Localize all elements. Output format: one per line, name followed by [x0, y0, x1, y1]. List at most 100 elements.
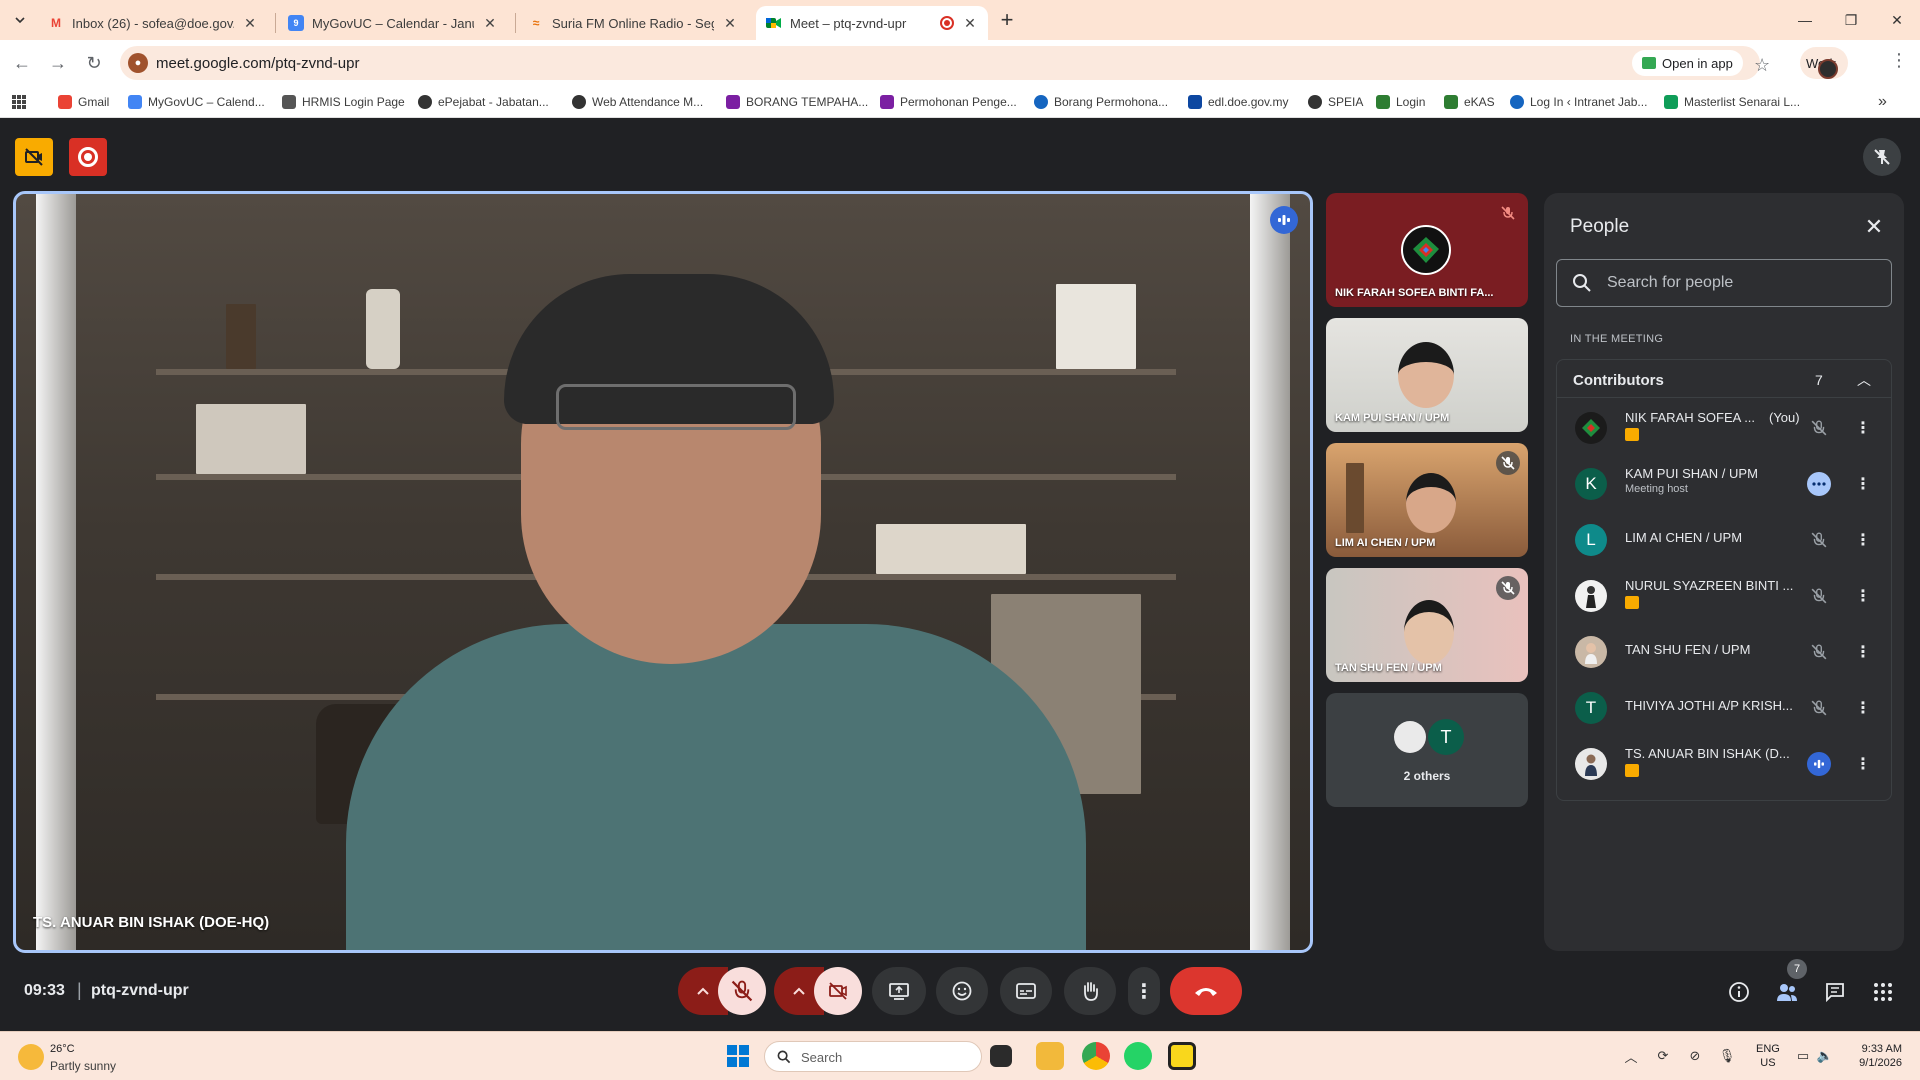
more-options-icon[interactable]: ⋮ — [1853, 640, 1873, 664]
hang-up-icon — [1195, 988, 1217, 996]
more-options-button[interactable]: ⋮ — [1128, 967, 1160, 1015]
weather-icon[interactable] — [18, 1044, 44, 1070]
bookmark-epejabat[interactable]: ePejabat - Jabatan... — [418, 93, 549, 111]
restore-button[interactable]: ❐ — [1828, 0, 1874, 40]
more-options-icon[interactable]: ⋮ — [1853, 696, 1873, 720]
system-clock[interactable]: 9:33 AM 9/1/2026 — [1838, 1042, 1902, 1070]
more-options-icon[interactable]: ⋮ — [1853, 752, 1873, 776]
window-close-button[interactable]: ✕ — [1874, 0, 1920, 40]
bookmark-masterlist[interactable]: Masterlist Senarai L... — [1664, 93, 1800, 111]
tab-calendar[interactable]: 9 MyGovUC – Calendar - January ✕ — [278, 6, 508, 40]
raise-hand-button[interactable] — [1064, 967, 1116, 1015]
weather-temperature[interactable]: 26°C — [50, 1043, 75, 1055]
participant-row[interactable]: L LIM AI CHEN / UPM ⋮ — [1557, 512, 1891, 568]
participant-tile[interactable]: TAN SHU FEN / UPM — [1326, 568, 1528, 682]
close-icon[interactable]: ✕ — [482, 15, 498, 32]
apps-grid-icon[interactable] — [12, 93, 26, 111]
sync-icon[interactable]: ⟳ — [1654, 1047, 1672, 1065]
bookmark-intranet[interactable]: Log In ‹ Intranet Jab... — [1510, 93, 1647, 111]
taskbar-search[interactable]: Search — [764, 1041, 982, 1072]
recording-button[interactable] — [69, 138, 107, 176]
bookmark-web-attendance[interactable]: Web Attendance M... — [572, 93, 703, 111]
main-video-tile[interactable]: TS. ANUAR BIN ISHAK (DOE-HQ) — [13, 191, 1313, 953]
search-people-input[interactable] — [1556, 259, 1892, 307]
reactions-button[interactable] — [936, 967, 988, 1015]
close-icon[interactable]: ✕ — [722, 15, 738, 32]
chat-button[interactable] — [1820, 977, 1850, 1007]
present-screen-button[interactable] — [872, 967, 926, 1015]
more-options-icon[interactable]: ⋮ — [1853, 472, 1873, 496]
bookmark-permohonan[interactable]: Permohonan Penge... — [880, 93, 1017, 111]
volume-icon[interactable]: 🔈 — [1816, 1047, 1834, 1065]
chevron-up-icon[interactable]: ︿ — [1857, 370, 1871, 390]
people-button[interactable] — [1772, 977, 1802, 1007]
url-text[interactable]: meet.google.com/ptq-zvnd-upr — [156, 55, 359, 72]
sticky-notes-icon[interactable] — [1168, 1042, 1196, 1070]
participant-row[interactable]: TAN SHU FEN / UPM ⋮ — [1557, 624, 1891, 680]
more-options-icon[interactable]: ⋮ — [1853, 584, 1873, 608]
address-bar[interactable]: ● meet.google.com/ptq-zvnd-upr Open in a… — [120, 46, 1770, 80]
tab-search-chevron-icon[interactable] — [6, 6, 34, 34]
bookmark-hrmis[interactable]: HRMIS Login Page — [282, 93, 405, 111]
back-button[interactable]: ← — [8, 49, 36, 77]
bookmark-login[interactable]: Login — [1376, 93, 1425, 111]
more-options-icon[interactable]: ⋮ — [1853, 528, 1873, 552]
participant-row[interactable]: NIK FARAH SOFEA ... (You) ⋮ — [1557, 400, 1891, 456]
bookmark-speia[interactable]: SPEIA — [1308, 93, 1363, 111]
reload-button[interactable]: ↻ — [80, 49, 108, 77]
globe-icon — [418, 95, 432, 109]
tab-divider — [515, 13, 516, 33]
captions-off-button[interactable] — [15, 138, 53, 176]
leave-call-button[interactable] — [1170, 967, 1242, 1015]
participant-tile[interactable]: KAM PUI SHAN / UPM — [1326, 318, 1528, 432]
new-tab-button[interactable]: + — [993, 6, 1021, 34]
tab-gmail[interactable]: M Inbox (26) - sofea@doe.gov.my ✕ — [38, 6, 268, 40]
chat-icon — [1826, 983, 1844, 1003]
captions-button[interactable] — [1000, 967, 1052, 1015]
profile-button[interactable]: Work — [1800, 47, 1849, 79]
participant-tile[interactable]: NIK FARAH SOFEA BINTI FA... — [1326, 193, 1528, 307]
participant-row[interactable]: TS. ANUAR BIN ISHAK (D... ⋮ — [1557, 736, 1891, 792]
forward-button[interactable]: → — [44, 49, 72, 77]
minimize-button[interactable]: — — [1782, 0, 1828, 40]
chrome-icon[interactable] — [1082, 1042, 1110, 1070]
file-explorer-icon[interactable] — [1036, 1042, 1064, 1070]
bookmark-edl[interactable]: edl.doe.gov.my — [1188, 93, 1289, 111]
contributors-header[interactable]: Contributors 7 ︿ — [1557, 360, 1891, 398]
unpin-button[interactable] — [1863, 138, 1901, 176]
participant-tile[interactable]: LIM AI CHEN / UPM — [1326, 443, 1528, 557]
bookmark-borang-permohonan[interactable]: Borang Permohona... — [1034, 93, 1168, 111]
bookmark-mygovuc[interactable]: MyGovUC – Calend... — [128, 93, 265, 111]
windows-start-icon[interactable] — [727, 1045, 749, 1067]
network-icon[interactable]: ▭ — [1794, 1047, 1812, 1065]
whatsapp-icon[interactable] — [1124, 1042, 1152, 1070]
camera-toggle-button[interactable] — [814, 967, 862, 1015]
task-view-icon[interactable] — [990, 1045, 1012, 1067]
bookmark-ekas[interactable]: eKAS — [1444, 93, 1495, 111]
participant-row[interactable]: T THIVIYA JOTHI A/P KRISH... ⋮ — [1557, 680, 1891, 736]
browser-menu-icon[interactable]: ⋮ — [1890, 50, 1908, 71]
tab-radio[interactable]: ≈ Suria FM Online Radio - Segala ✕ — [518, 6, 748, 40]
camera-off-icon[interactable]: ⊘ — [1686, 1047, 1704, 1065]
close-icon[interactable]: ✕ — [962, 15, 978, 32]
close-icon[interactable]: ✕ — [242, 15, 258, 32]
meeting-details-button[interactable] — [1724, 977, 1754, 1007]
bookmark-gmail[interactable]: Gmail — [58, 93, 109, 111]
participant-row[interactable]: K KAM PUI SHAN / UPM Meeting host ⋮ — [1557, 456, 1891, 512]
bookmarks-overflow-icon[interactable]: » — [1878, 93, 1887, 111]
tab-meet[interactable]: Meet – ptq-zvnd-upr ✕ — [756, 6, 988, 40]
others-tile[interactable]: T 2 others — [1326, 693, 1528, 807]
language-indicator[interactable]: ENG US — [1756, 1042, 1780, 1070]
chevron-up-icon[interactable]: ︿ — [1622, 1047, 1640, 1065]
activities-button[interactable] — [1868, 977, 1898, 1007]
bookmark-star-icon[interactable]: ☆ — [1754, 55, 1770, 76]
bookmark-borang-tempahan[interactable]: BORANG TEMPAHA... — [726, 93, 868, 111]
weather-description[interactable]: Partly sunny — [50, 1059, 116, 1073]
site-mic-icon[interactable]: ● — [128, 53, 148, 73]
microphone-icon[interactable]: 🎙 — [1718, 1047, 1736, 1065]
participant-row[interactable]: NURUL SYAZREEN BINTI ... ⋮ — [1557, 568, 1891, 624]
more-options-icon[interactable]: ⋮ — [1853, 416, 1873, 440]
open-in-app-button[interactable]: Open in app — [1632, 50, 1743, 76]
close-panel-button[interactable]: ✕ — [1862, 214, 1886, 239]
microphone-toggle-button[interactable] — [718, 967, 766, 1015]
